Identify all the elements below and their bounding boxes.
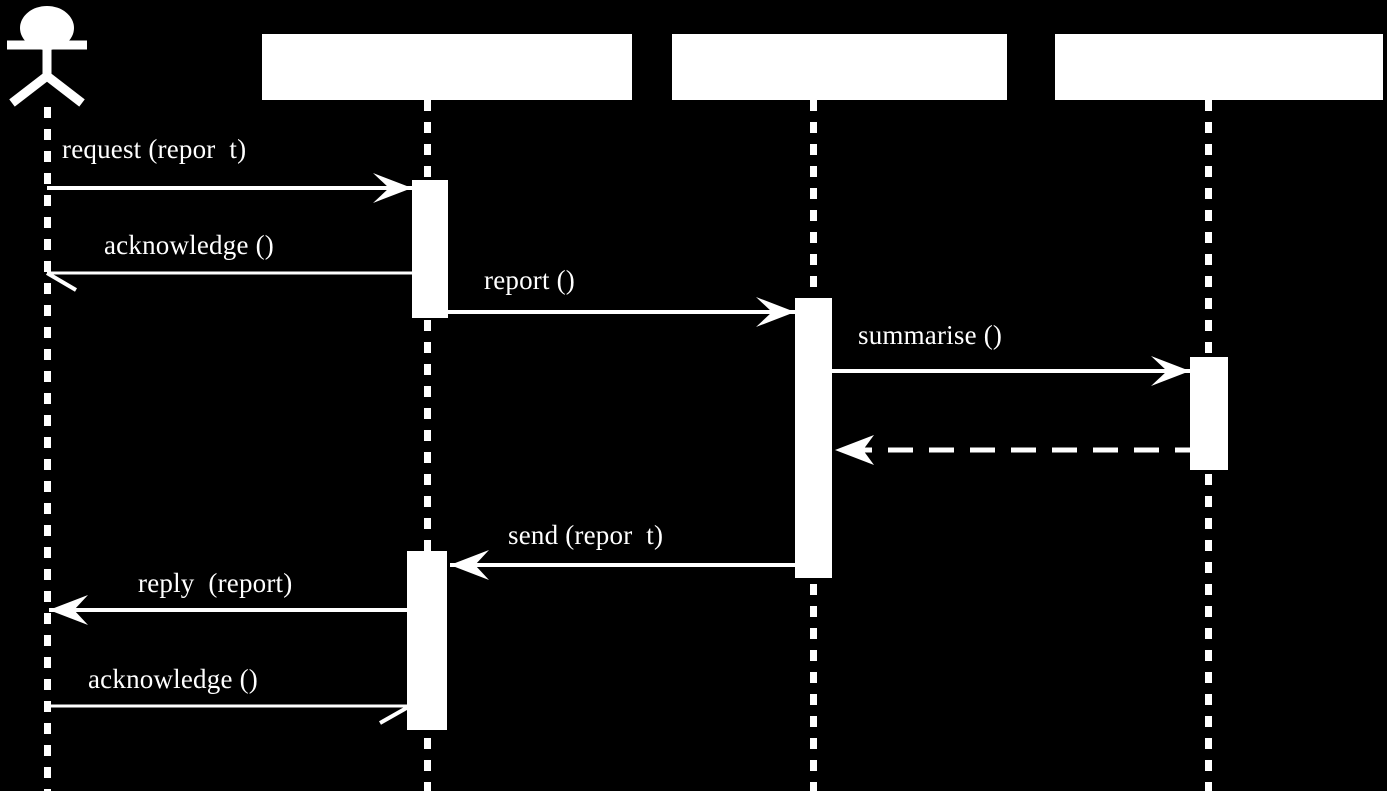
message-arrow-reply[interactable] [40, 592, 425, 632]
message-arrow-acknowledge-1[interactable] [40, 255, 430, 295]
message-arrow-send[interactable] [440, 547, 810, 587]
sequence-diagram-canvas: request (repor t) acknowledge () report … [0, 0, 1387, 791]
participant-box-object1[interactable] [262, 34, 632, 100]
message-label-report: report () [484, 265, 576, 295]
message-arrow-report[interactable] [440, 294, 810, 334]
participant-box-object2[interactable] [672, 34, 1007, 100]
message-arrow-acknowledge-2[interactable] [40, 688, 425, 728]
actor-leg-left [9, 72, 50, 107]
message-arrow-summarise[interactable] [825, 353, 1205, 393]
message-label-send: send (repor t) [508, 520, 664, 550]
message-label-request: request (repor t) [62, 134, 247, 164]
message-arrow-return-summarise[interactable] [825, 432, 1205, 472]
message-arrow-request[interactable] [40, 170, 430, 210]
participant-box-object3[interactable] [1055, 34, 1383, 100]
actor-leg-right [44, 72, 85, 107]
message-label-summarise: summarise () [858, 320, 1003, 350]
actor-stick-figure[interactable] [0, 0, 100, 112]
